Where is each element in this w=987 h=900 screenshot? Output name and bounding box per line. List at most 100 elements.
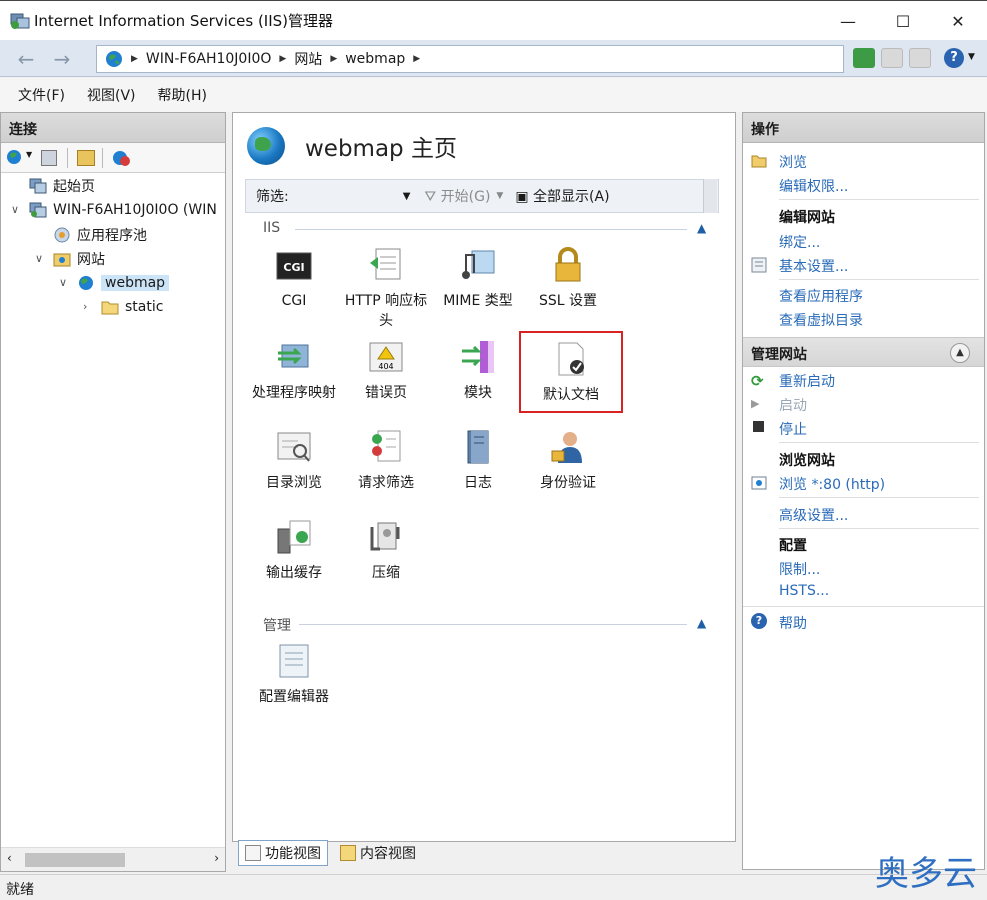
tree-item-server[interactable]: WIN-F6AH10J0I0O (WIN bbox=[29, 199, 217, 221]
browse-site-icon bbox=[751, 476, 767, 490]
action-view-applications[interactable]: 查看应用程序 bbox=[779, 286, 863, 306]
action-bindings[interactable]: 绑定... bbox=[779, 232, 820, 252]
breadcrumb-webmap[interactable]: webmap bbox=[345, 51, 405, 67]
tab-features-view[interactable]: 功能视图 bbox=[238, 840, 328, 866]
disconnect-icon[interactable] bbox=[111, 149, 131, 167]
tree-item-webmap[interactable]: webmap bbox=[77, 272, 170, 294]
configuration-editor-icon bbox=[276, 643, 312, 679]
actions-title: 操作 bbox=[743, 113, 984, 143]
help-circle-icon: ? bbox=[751, 613, 767, 629]
scroll-right-icon[interactable]: › bbox=[214, 851, 219, 865]
action-restart[interactable]: 重新启动 bbox=[779, 371, 835, 391]
action-stop[interactable]: 停止 bbox=[779, 419, 807, 439]
feature-directory-browsing[interactable]: 目录浏览 bbox=[249, 429, 339, 493]
action-divider bbox=[779, 199, 979, 200]
action-help[interactable]: 帮助 bbox=[779, 613, 807, 633]
tree-item-sites[interactable]: 网站 bbox=[53, 248, 105, 270]
iis-manager-icon bbox=[10, 12, 30, 30]
minimize-button[interactable]: — bbox=[820, 1, 876, 41]
breadcrumb-server[interactable]: WIN-F6AH10J0I0O bbox=[146, 51, 271, 67]
feature-cgi[interactable]: CGI CGI bbox=[249, 247, 339, 311]
collapse-manage-icon[interactable]: ▲ bbox=[697, 616, 706, 630]
save-icon[interactable] bbox=[41, 150, 57, 166]
config-heading: 配置 bbox=[779, 538, 807, 554]
expand-static-icon[interactable]: › bbox=[83, 300, 87, 313]
filter-label: 筛选: bbox=[256, 189, 289, 205]
minimize-icon: — bbox=[840, 11, 856, 31]
action-advanced-settings[interactable]: 高级设置... bbox=[779, 505, 848, 525]
collapse-server-icon[interactable]: ∨ bbox=[11, 203, 19, 216]
content-view-icon bbox=[340, 845, 356, 861]
feature-handler-mappings[interactable]: 处理程序映射 bbox=[249, 339, 339, 403]
app-pool-icon bbox=[53, 227, 71, 243]
up-folder-icon[interactable] bbox=[77, 150, 95, 166]
connect-dropdown-icon[interactable]: ▼ bbox=[26, 150, 32, 159]
menu-file[interactable]: 文件(F) bbox=[18, 85, 65, 105]
refresh-icon[interactable] bbox=[853, 48, 875, 68]
collapse-manage-site-icon[interactable]: ▲ bbox=[950, 343, 970, 363]
action-divider bbox=[779, 528, 979, 529]
feature-mime-types[interactable]: MIME 类型 bbox=[433, 247, 523, 311]
tree-item-app-pools[interactable]: 应用程序池 bbox=[53, 224, 147, 246]
breadcrumb-sites[interactable]: 网站 bbox=[294, 49, 322, 69]
close-button[interactable]: ✕ bbox=[930, 1, 986, 41]
connections-toolbar: ▼ bbox=[1, 143, 225, 173]
start-dropdown-icon[interactable]: ▼ bbox=[496, 191, 503, 201]
feature-default-document[interactable]: 默认文档 bbox=[519, 331, 623, 413]
collapse-webmap-icon[interactable]: ∨ bbox=[59, 276, 67, 289]
connections-panel: 连接 ▼ 起始页 ∨ WIN-F6AH10J0I0O (WIN 应用程序池 ∨ … bbox=[0, 112, 226, 872]
menu-help[interactable]: 帮助(H) bbox=[158, 85, 207, 105]
action-view-virtual-directories[interactable]: 查看虚拟目录 bbox=[779, 310, 863, 330]
back-button[interactable]: ← bbox=[8, 46, 44, 72]
feature-http-response-headers[interactable]: HTTP 响应标头 bbox=[341, 247, 431, 331]
help-dropdown-icon[interactable]: ▼ bbox=[968, 52, 975, 62]
feature-error-pages[interactable]: 404 错误页 bbox=[341, 339, 431, 403]
breadcrumb[interactable]: ▶ WIN-F6AH10J0I0O ▶ 网站 ▶ webmap ▶ bbox=[96, 45, 844, 73]
action-divider bbox=[743, 606, 984, 607]
scroll-thumb[interactable] bbox=[25, 853, 125, 867]
filter-start-button[interactable]: ⛛ 开始(G) bbox=[424, 186, 490, 206]
page-header: webmap 主页 bbox=[247, 127, 457, 165]
action-browse[interactable]: 浏览 bbox=[779, 152, 807, 172]
back-arrow-icon: ← bbox=[17, 47, 35, 71]
action-divider bbox=[779, 279, 979, 280]
menu-view[interactable]: 视图(V) bbox=[87, 85, 136, 105]
home-icon[interactable] bbox=[909, 48, 931, 68]
feature-authentication[interactable]: 身份验证 bbox=[523, 429, 613, 493]
http-headers-icon bbox=[368, 247, 404, 283]
action-basic-settings[interactable]: 基本设置... bbox=[779, 256, 848, 276]
watermark-logo: 奥多云 bbox=[875, 854, 977, 894]
forward-button[interactable]: → bbox=[44, 46, 80, 72]
action-hsts[interactable]: HSTS... bbox=[779, 583, 829, 599]
feature-logging[interactable]: 日志 bbox=[433, 429, 523, 493]
filter-dropdown-icon[interactable]: ▼ bbox=[403, 191, 411, 202]
feature-output-caching[interactable]: 输出缓存 bbox=[249, 519, 339, 583]
show-all-button[interactable]: ▣ 全部显示(A) bbox=[515, 186, 609, 206]
feature-compression[interactable]: 压缩 bbox=[341, 519, 431, 583]
action-limits[interactable]: 限制... bbox=[779, 559, 820, 579]
filter-more-icon[interactable] bbox=[703, 179, 717, 213]
feature-ssl-settings[interactable]: SSL 设置 bbox=[523, 247, 613, 311]
globe-icon bbox=[106, 51, 122, 67]
help-icon[interactable]: ? bbox=[944, 48, 964, 68]
maximize-button[interactable]: ☐ bbox=[875, 1, 931, 41]
tree-item-static[interactable]: static bbox=[101, 296, 163, 318]
connect-icon[interactable] bbox=[6, 149, 24, 167]
tab-content-view[interactable]: 内容视图 bbox=[334, 840, 422, 866]
action-browse-http[interactable]: 浏览 *:80 (http) bbox=[779, 474, 885, 494]
actions-panel: 操作 浏览 编辑权限... 编辑网站 绑定... 基本设置... 查看应用程序 … bbox=[742, 112, 985, 870]
action-edit-permissions[interactable]: 编辑权限... bbox=[779, 176, 848, 196]
horizontal-scrollbar[interactable]: ‹ › bbox=[1, 847, 225, 871]
stop-icon[interactable] bbox=[881, 48, 903, 68]
feature-modules[interactable]: 模块 bbox=[433, 339, 523, 403]
group-divider bbox=[299, 624, 687, 625]
collapse-sites-icon[interactable]: ∨ bbox=[35, 252, 43, 265]
tree-item-start-page[interactable]: 起始页 bbox=[29, 175, 95, 197]
lock-icon bbox=[550, 247, 586, 283]
feature-request-filtering[interactable]: 请求筛选 bbox=[341, 429, 431, 493]
collapse-iis-icon[interactable]: ▲ bbox=[697, 221, 706, 235]
status-bar: 就绪 bbox=[0, 874, 987, 900]
default-document-icon bbox=[553, 341, 589, 377]
scroll-left-icon[interactable]: ‹ bbox=[7, 851, 12, 865]
feature-configuration-editor[interactable]: 配置编辑器 bbox=[249, 643, 339, 707]
